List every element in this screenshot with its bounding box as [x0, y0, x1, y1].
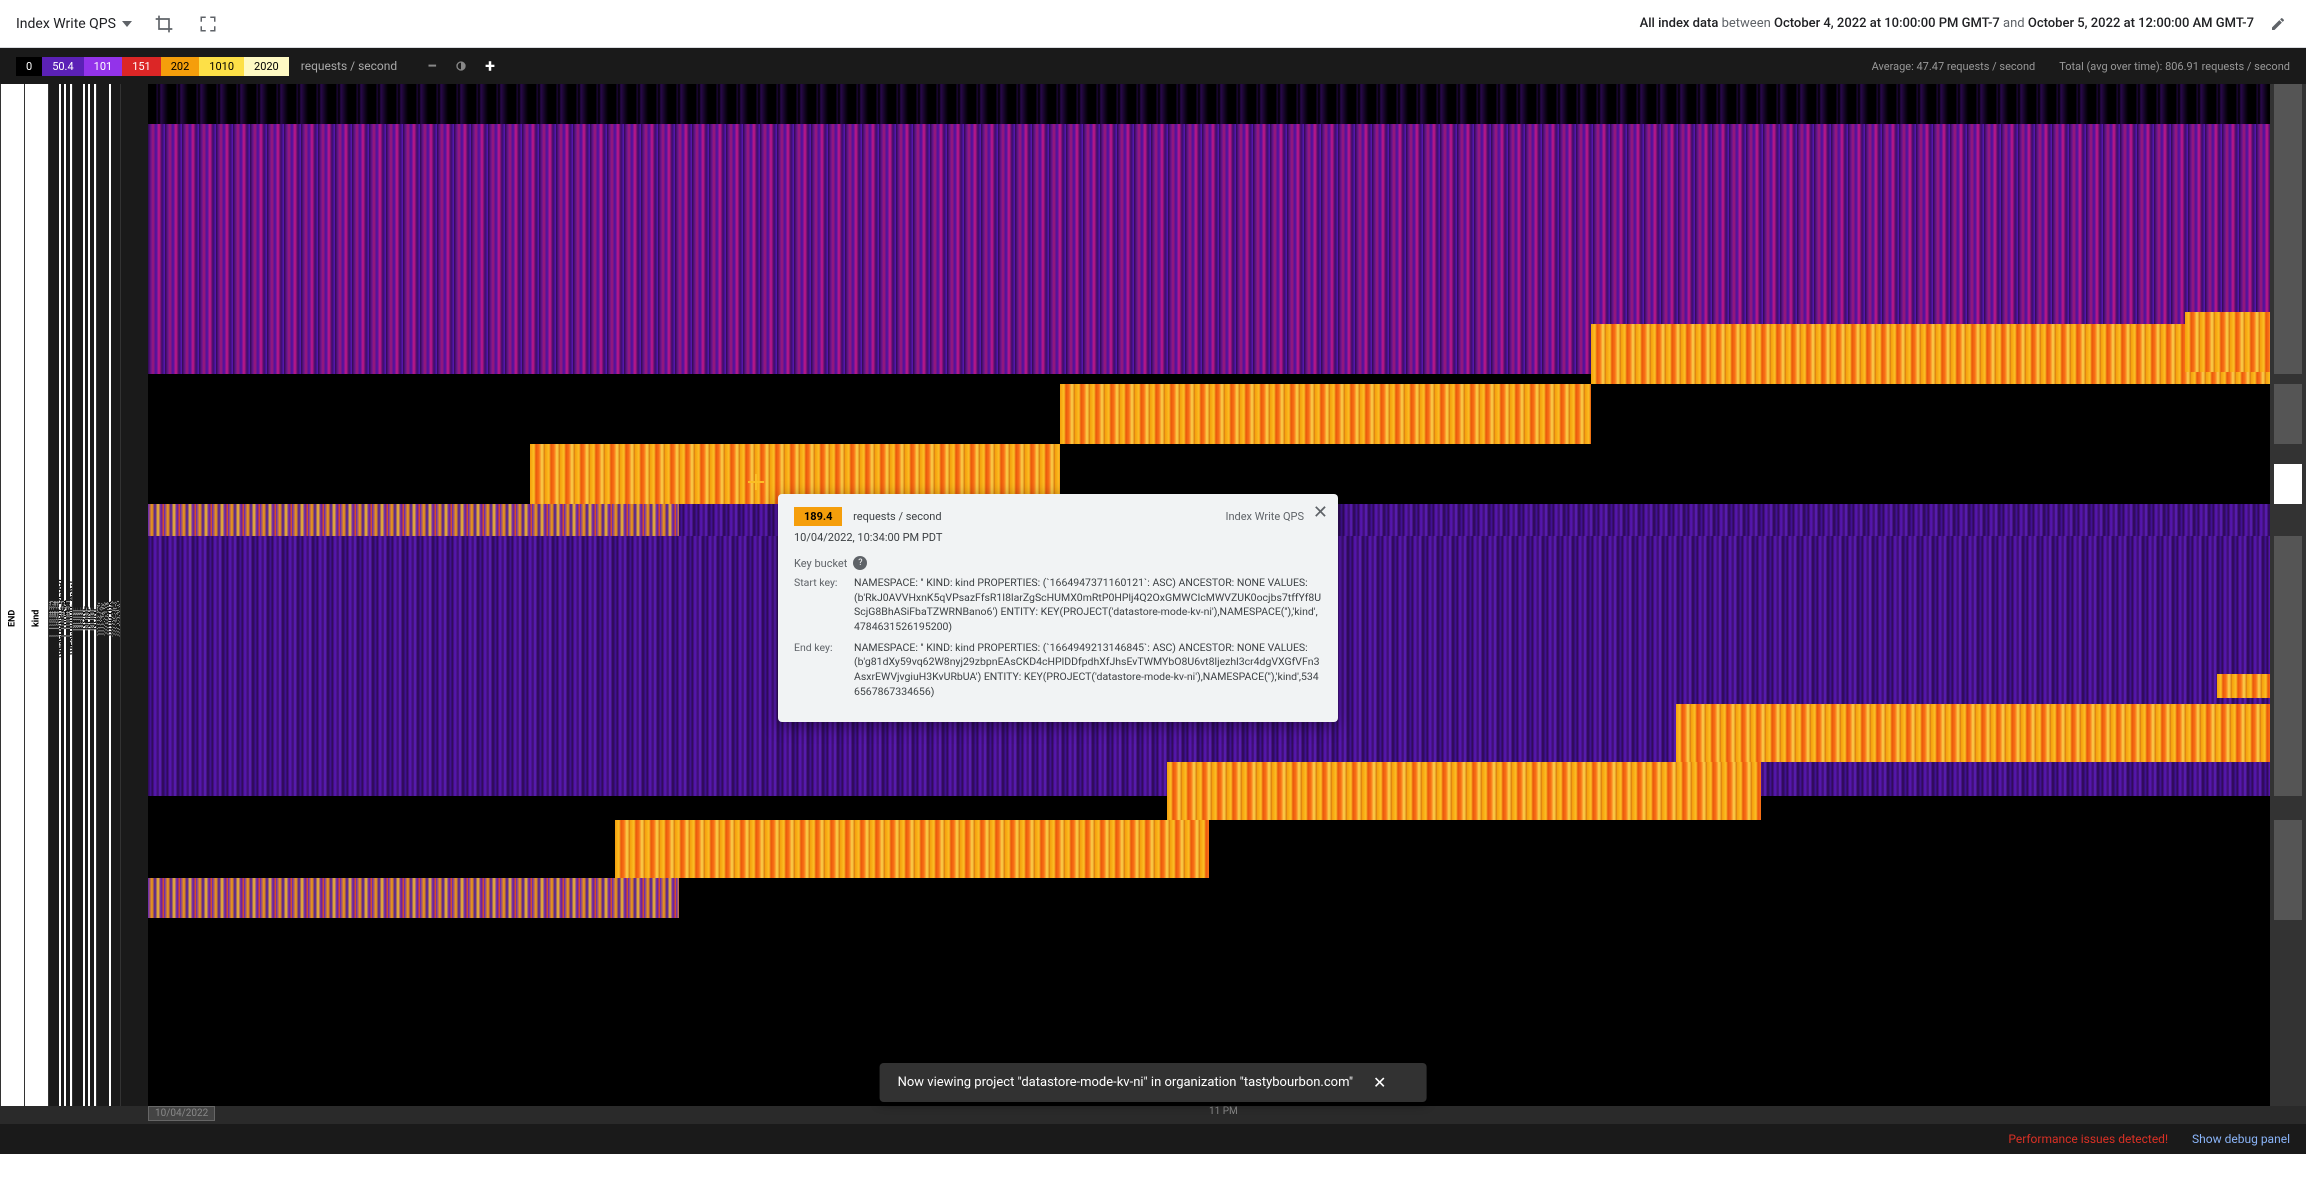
end-key-value: NAMESPACE: '' KIND: kind PROPERTIES: (`1… — [854, 641, 1322, 700]
close-icon[interactable]: ✕ — [1313, 502, 1328, 523]
legend-swatch[interactable]: 0 — [16, 57, 42, 76]
debug-panel-link[interactable]: Show debug panel — [2192, 1132, 2290, 1146]
heatmap-viz[interactable]: END kind (`166494(`166495(`166494(`16649… — [0, 84, 2306, 1154]
heatmap-row — [1060, 384, 1591, 444]
heatmap-row — [1676, 704, 2270, 762]
tooltip-start-key: Start key: NAMESPACE: '' KIND: kind PROP… — [794, 576, 1322, 635]
heatmap-row — [1167, 762, 1761, 820]
avg-label: Average: 47.47 requests / second — [1872, 60, 2036, 73]
perf-warning[interactable]: Performance issues detected! — [2008, 1132, 2168, 1146]
legend-swatch[interactable]: 50.4 — [42, 57, 83, 76]
time-range-label: All index data between October 4, 2022 a… — [1640, 12, 2290, 36]
tooltip-section-text: Key bucket — [794, 557, 847, 570]
brightness-icon[interactable] — [453, 58, 469, 74]
legend-swatch[interactable]: 151 — [122, 57, 161, 76]
legend-controls: − + — [427, 56, 495, 77]
total-label: Total (avg over time): 806.91 requests /… — [2059, 60, 2290, 73]
y-strip-2[interactable]: (`166494(`166495(`166494(`166494(`166494… — [48, 84, 72, 1154]
legend-unit: requests / second — [301, 59, 397, 73]
y-axis: END kind (`166494(`166495(`166494(`16649… — [0, 84, 148, 1154]
legend-swatches: 050.410115120210102020 — [16, 57, 289, 76]
legend-swatch[interactable]: 1010 — [199, 57, 244, 76]
close-icon[interactable]: ✕ — [1373, 1073, 1386, 1092]
y-axis-segment[interactable]: kind — [25, 84, 48, 1154]
heatmap-row — [615, 820, 1209, 878]
legend-swatch[interactable]: 2020 — [244, 57, 289, 76]
metric-title: Index Write QPS — [16, 16, 116, 32]
tooltip-value-badge: 189.4 — [794, 507, 842, 526]
legend-left: 050.410115120210102020 requests / second… — [16, 56, 495, 77]
help-icon[interactable]: ? — [853, 556, 867, 570]
top-bar: Index Write QPS All index data between O… — [0, 0, 2306, 48]
data-label: All index data — [1640, 16, 1719, 31]
heatmap-row — [148, 878, 679, 918]
toast-message: Now viewing project "datastore-mode-kv-n… — [898, 1075, 1353, 1090]
right-strip[interactable] — [2270, 84, 2306, 1154]
top-bar-left: Index Write QPS — [16, 12, 220, 36]
between-label: between — [1722, 16, 1771, 31]
legend-bar: 050.410115120210102020 requests / second… — [0, 48, 2306, 84]
caret-down-icon — [122, 21, 132, 27]
y-strip-3[interactable]: NONENONENONENONENONENONENONENONENONENONE… — [72, 84, 96, 1154]
zoom-in-icon[interactable]: + — [485, 56, 495, 77]
tooltip-end-key: End key: NAMESPACE: '' KIND: kind PROPER… — [794, 641, 1322, 700]
zoom-out-icon[interactable]: − — [427, 56, 437, 77]
heatmap-row — [1591, 324, 2270, 384]
tooltip-metric: Index Write QPS — [1225, 510, 1304, 523]
tooltip-unit: requests / second — [853, 510, 941, 523]
start-key-label: Start key: — [794, 576, 854, 635]
legend-swatch[interactable]: 101 — [84, 57, 123, 76]
legend-swatch[interactable]: 202 — [161, 57, 200, 76]
heatmap-row — [148, 84, 2270, 124]
tooltip-timestamp: 10/04/2022, 10:34:00 PM PDT — [794, 531, 1322, 544]
start-key-value: NAMESPACE: '' KIND: kind PROPERTIES: (`1… — [854, 576, 1322, 635]
crop-icon[interactable] — [152, 12, 176, 36]
time-tick: 11 PM — [1209, 1106, 1238, 1117]
y-strip-blank — [120, 84, 148, 1154]
heatmap-row — [148, 504, 679, 536]
heatmap-tooltip: ✕ 189.4 requests / second Index Write QP… — [778, 494, 1338, 722]
time-date-label: 10/04/2022 — [148, 1106, 215, 1121]
y-strip-1[interactable]: kind — [24, 84, 48, 1154]
end-time: October 5, 2022 at 12:00:00 AM GMT-7 — [2028, 16, 2254, 31]
toast-notification: Now viewing project "datastore-mode-kv-n… — [880, 1063, 1427, 1102]
fullscreen-icon[interactable] — [196, 12, 220, 36]
legend-right: Average: 47.47 requests / second Total (… — [1872, 60, 2290, 73]
y-axis-segment[interactable]: END — [1, 84, 24, 1154]
and-label: and — [2003, 16, 2025, 31]
y-strip-4[interactable]: (b'2p34c(b'O2z3t(b'owdc.(b'Ds/lyr(b'E3kW… — [96, 84, 120, 1154]
heatmap-row — [2217, 674, 2270, 698]
footer-bar: Performance issues detected! Show debug … — [0, 1124, 2306, 1154]
start-time: October 4, 2022 at 10:00:00 PM GMT-7 — [1774, 16, 2000, 31]
heatmap-row — [2185, 312, 2270, 372]
tooltip-section-label: Key bucket ? — [794, 556, 1322, 570]
metric-selector[interactable]: Index Write QPS — [16, 16, 132, 32]
heatmap-canvas[interactable]: ✕ 189.4 requests / second Index Write QP… — [148, 84, 2270, 1154]
edit-icon[interactable] — [2266, 12, 2290, 36]
timeline-zone: 10/04/2022 11 PM Performance issues dete… — [0, 1106, 2306, 1154]
time-axis[interactable]: 10/04/2022 11 PM — [148, 1106, 2270, 1124]
y-strip-0[interactable]: END — [0, 84, 24, 1154]
end-key-label: End key: — [794, 641, 854, 700]
